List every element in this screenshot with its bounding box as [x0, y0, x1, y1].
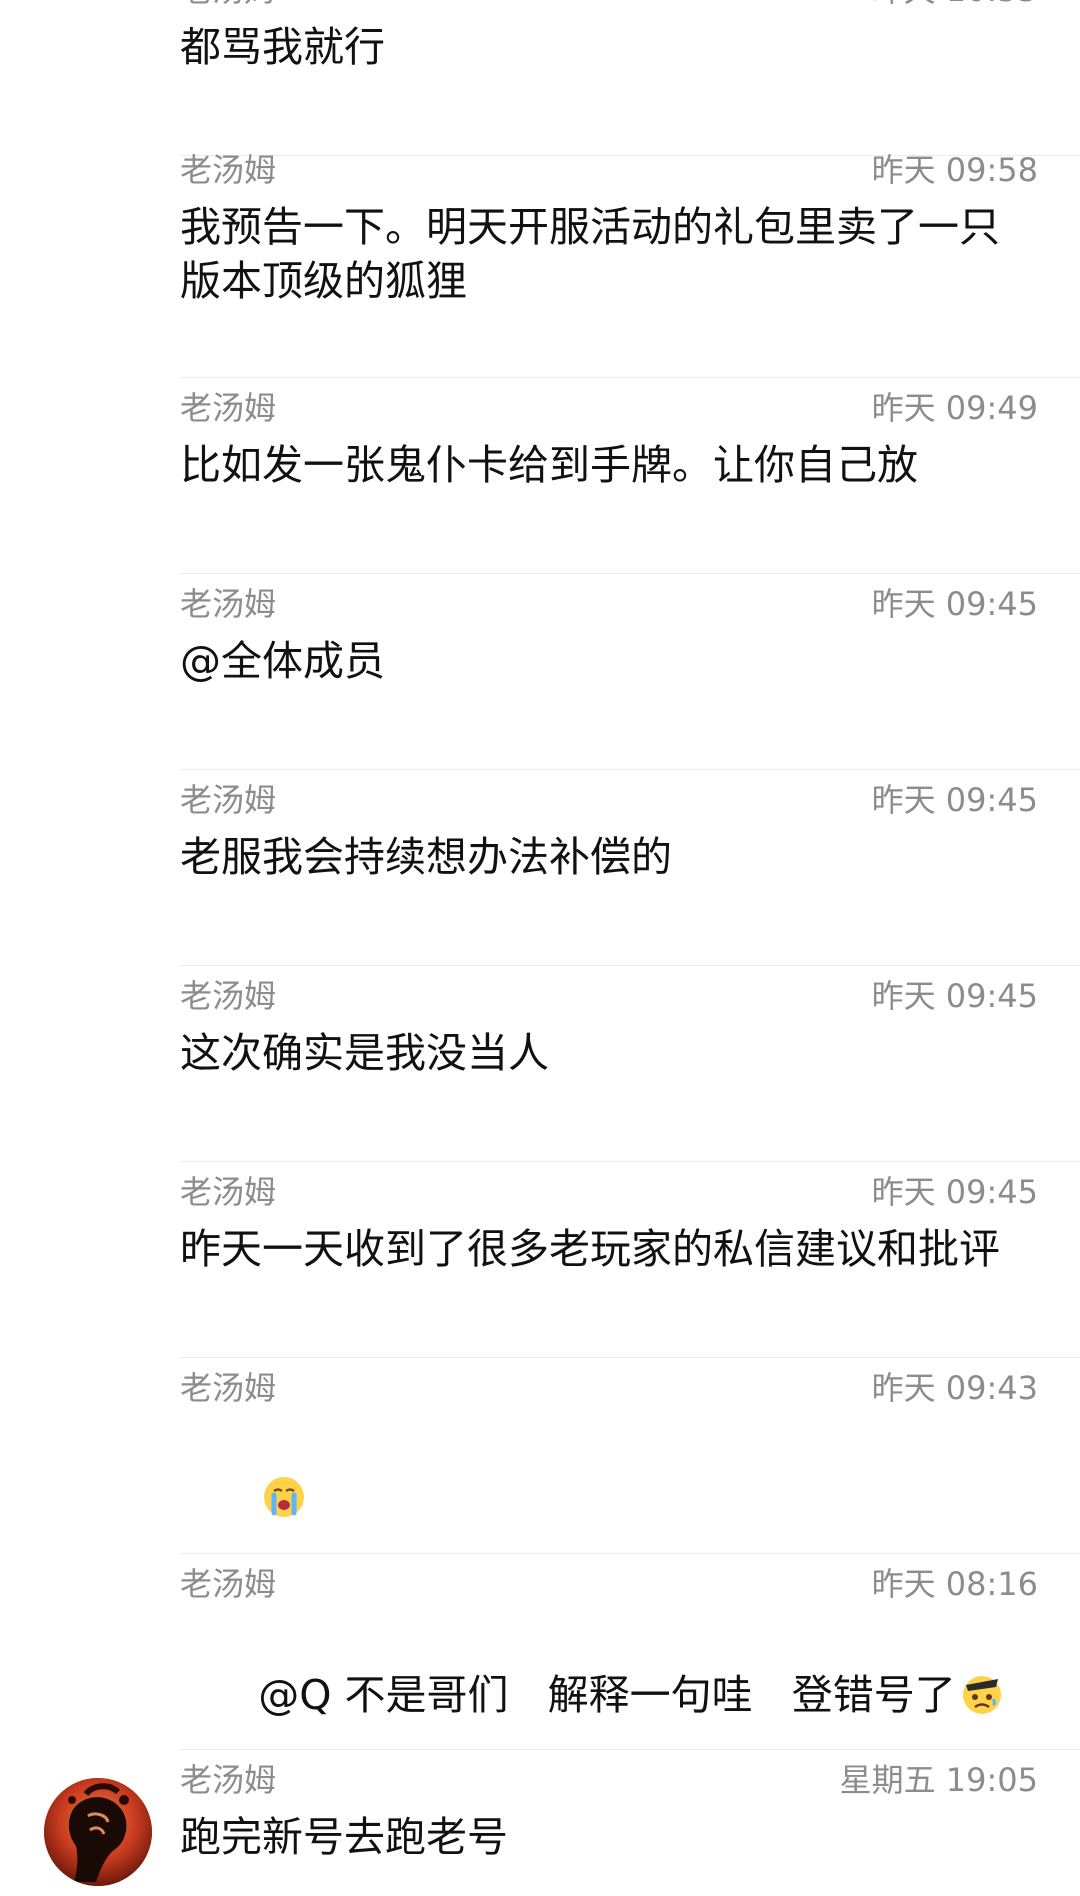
message-text: 都骂我就行 [180, 23, 385, 71]
chat-message[interactable]: 老汤姆 昨天 08:16 @Q 不是哥们 解释一句哇 登错号了 [180, 1554, 1080, 1750]
chat-message[interactable]: 老汤姆 星期五 19:05 跑完新号去跑老号 [180, 1750, 1080, 1896]
message-text: 老服我会持续想办法补偿的 [180, 833, 672, 881]
message-time: 昨天 09:43 [871, 1369, 1038, 1407]
message-time: 昨天 09:58 [871, 151, 1038, 189]
message-sender: 老汤姆 [180, 389, 277, 427]
message-sender: 老汤姆 [180, 585, 277, 623]
chat-message[interactable]: 老汤姆 昨天 09:45 这次确实是我没当人 [180, 966, 1080, 1162]
chat-message[interactable]: 老汤姆 昨天 09:45 昨天一天收到了很多老玩家的私信建议和批评 [180, 1162, 1080, 1358]
message-sender: 老汤姆 [180, 1369, 277, 1407]
message-sender: 老汤姆 [180, 781, 277, 819]
message-time: 昨天 09:45 [871, 781, 1038, 819]
message-text: 比如发一张鬼仆卡给到手牌。让你自己放 [180, 441, 918, 489]
message-time: 昨天 09:45 [871, 1173, 1038, 1211]
message-sender: 老汤姆 [180, 1565, 277, 1603]
message-sender: 老汤姆 [180, 977, 277, 1015]
message-sender: 老汤姆 [180, 1173, 277, 1211]
message-time: 昨天 08:16 [871, 1565, 1038, 1603]
message-text: 我预告一下。明天开服活动的礼包里卖了一只 版本顶级的狐狸 [180, 203, 1000, 305]
message-time: 昨天 09:45 [871, 977, 1038, 1015]
message-text-content: @Q 不是哥们 解释一句哇 登错号了 [258, 1671, 956, 1719]
message-sender: 老汤姆 [180, 151, 277, 189]
chat-message[interactable]: 老汤姆 昨天 09:49 比如发一张鬼仆卡给到手牌。让你自己放 [180, 378, 1080, 574]
chat-message[interactable]: 老汤姆 昨天 09:45 @全体成员 [180, 574, 1080, 770]
user-avatar[interactable] [44, 1778, 152, 1886]
message-time: 昨天 09:45 [871, 585, 1038, 623]
nervous-face-emoji [962, 1676, 1001, 1714]
avatar-illustration [44, 1778, 152, 1886]
message-text: 跑完新号去跑老号 [180, 1813, 508, 1861]
message-text: 这次确实是我没当人 [180, 1029, 549, 1077]
chat-message[interactable]: 老汤姆 昨天 09:45 老服我会持续想办法补偿的 [180, 770, 1080, 966]
message-time: 星期五 19:05 [839, 1761, 1038, 1799]
message-sender: 老汤姆 [180, 1761, 277, 1799]
chat-message[interactable]: 老汤姆 昨天 09:58 我预告一下。明天开服活动的礼包里卖了一只 版本顶级的狐… [180, 140, 1080, 378]
chat-message[interactable]: 老汤姆 昨天 10:55 都骂我就行 [180, 0, 1080, 156]
message-text: 昨天一天收到了很多老玩家的私信建议和批评 [180, 1225, 1000, 1273]
crying-face-emoji [264, 1477, 305, 1517]
message-time: 昨天 09:49 [871, 389, 1038, 427]
message-sender: 老汤姆 [180, 0, 276, 10]
message-time: 昨天 10:55 [872, 0, 1038, 10]
chat-history-page: 老汤姆 昨天 10:55 都骂我就行 老汤姆 昨天 09:58 我预告一下。明天… [0, 0, 1080, 1896]
chat-message[interactable]: 老汤姆 昨天 09:43 [180, 1358, 1080, 1554]
message-text: @全体成员 [180, 637, 385, 685]
